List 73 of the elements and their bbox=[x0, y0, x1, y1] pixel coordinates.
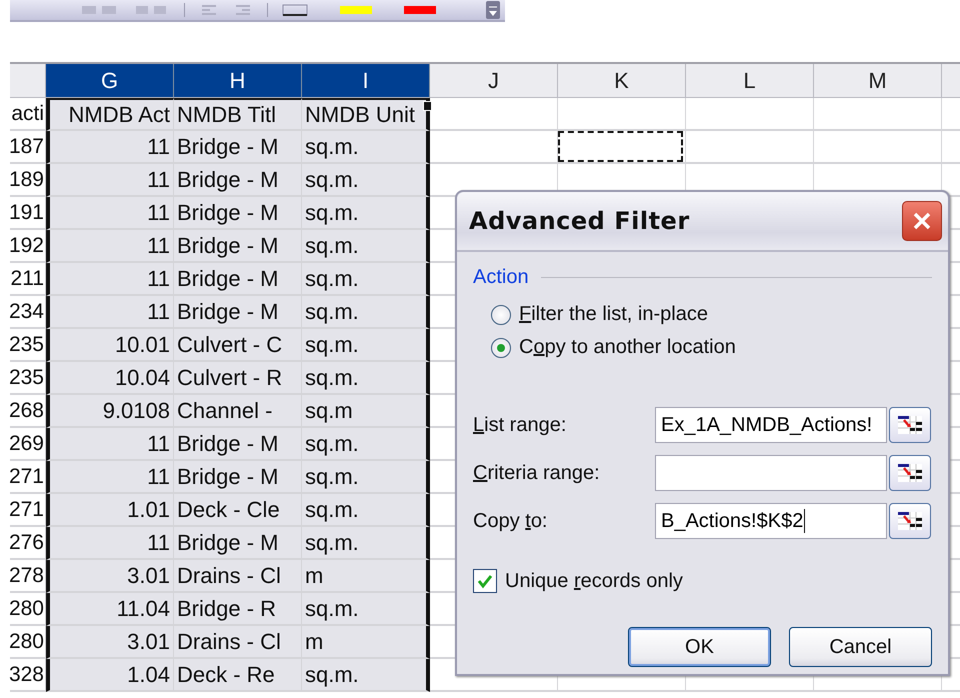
column-header[interactable]: L bbox=[686, 64, 814, 98]
column-header[interactable]: K bbox=[558, 64, 686, 98]
table-cell: 11.04 bbox=[46, 593, 174, 626]
table-cell: Bridge - M bbox=[174, 197, 302, 230]
option-label[interactable]: Copy to another location bbox=[519, 336, 736, 359]
table-cell: Deck - Cle bbox=[174, 494, 302, 527]
input-field[interactable]: Ex_1A_NMDB_Actions! bbox=[655, 407, 887, 443]
table-cell: sq.m. bbox=[302, 362, 430, 395]
table-cell: Culvert - C bbox=[174, 329, 302, 362]
table-cell: sq.m. bbox=[302, 428, 430, 461]
table-cell: 11 bbox=[46, 428, 174, 461]
table-cell: sq.m. bbox=[302, 593, 430, 626]
table-cell: Bridge - M bbox=[174, 428, 302, 461]
table-cell: Channel - bbox=[174, 395, 302, 428]
column-header[interactable]: I bbox=[302, 64, 430, 98]
option-label[interactable]: Filter the list, in-place bbox=[519, 303, 708, 326]
table-cell: NMDB Unit bbox=[302, 98, 430, 131]
column-header[interactable]: G bbox=[46, 64, 174, 98]
group-label: Action bbox=[473, 266, 529, 289]
table-cell: Culvert - R bbox=[174, 362, 302, 395]
column-header[interactable]: J bbox=[430, 64, 558, 98]
table-cell: Bridge - M bbox=[174, 296, 302, 329]
field-label: Criteria range: bbox=[473, 462, 601, 484]
table-cell: NMDB Titl bbox=[174, 98, 302, 131]
table-cell: sq.m. bbox=[302, 659, 430, 692]
field-label: Copy to: bbox=[473, 510, 548, 532]
column-header[interactable]: H bbox=[174, 64, 302, 98]
table-cell: Bridge - M bbox=[174, 230, 302, 263]
table-cell: sq.m. bbox=[302, 230, 430, 263]
table-cell: sq.m. bbox=[302, 494, 430, 527]
table-cell: Bridge - M bbox=[174, 461, 302, 494]
table-cell: Drains - Cl bbox=[174, 626, 302, 659]
table-cell: sq.m. bbox=[302, 329, 430, 362]
table-cell: Bridge - M bbox=[174, 131, 302, 164]
table-cell: Bridge - M bbox=[174, 263, 302, 296]
table-cell: sq.m. bbox=[302, 164, 430, 197]
column-header[interactable]: M bbox=[814, 64, 942, 98]
table-cell: NMDB Act bbox=[46, 98, 174, 131]
table-cell: Bridge - M bbox=[174, 164, 302, 197]
ok-button[interactable]: OK bbox=[628, 627, 771, 667]
table-cell: sq.m. bbox=[302, 263, 430, 296]
table-cell: Drains - Cl bbox=[174, 560, 302, 593]
table-cell: 11 bbox=[46, 296, 174, 329]
field-label: List range: bbox=[473, 414, 568, 436]
table-cell: Bridge - R bbox=[174, 593, 302, 626]
table-cell: 1.04 bbox=[46, 659, 174, 692]
table-cell: sq.m bbox=[302, 395, 430, 428]
table-cell: 11 bbox=[46, 263, 174, 296]
input-field[interactable]: B_Actions!$K$2 bbox=[655, 503, 887, 539]
table-cell: 11 bbox=[46, 197, 174, 230]
table-cell: m bbox=[302, 560, 430, 593]
table-cell: 10.01 bbox=[46, 329, 174, 362]
table-cell: 10.04 bbox=[46, 362, 174, 395]
table-cell: 11 bbox=[46, 230, 174, 263]
table-cell: sq.m. bbox=[302, 197, 430, 230]
table-cell: 1.01 bbox=[46, 494, 174, 527]
table-cell: 3.01 bbox=[46, 626, 174, 659]
table-cell: sq.m. bbox=[302, 461, 430, 494]
table-cell: 9.0108 bbox=[46, 395, 174, 428]
table-cell: 11 bbox=[46, 527, 174, 560]
table-cell: sq.m. bbox=[302, 527, 430, 560]
table-cell: m bbox=[302, 626, 430, 659]
table-cell: Bridge - M bbox=[174, 527, 302, 560]
checkbox-label[interactable]: Unique records only bbox=[505, 570, 683, 592]
cancel-button[interactable]: Cancel bbox=[789, 627, 932, 667]
table-cell: 3.01 bbox=[46, 560, 174, 593]
table-cell: Deck - Re bbox=[174, 659, 302, 692]
window-title: Advanced Filter bbox=[469, 207, 690, 235]
table-cell: sq.m. bbox=[302, 296, 430, 329]
table-cell: sq.m. bbox=[302, 131, 430, 164]
table-cell: 11 bbox=[46, 164, 174, 197]
table-cell: 11 bbox=[46, 131, 174, 164]
table-cell: 11 bbox=[46, 461, 174, 494]
